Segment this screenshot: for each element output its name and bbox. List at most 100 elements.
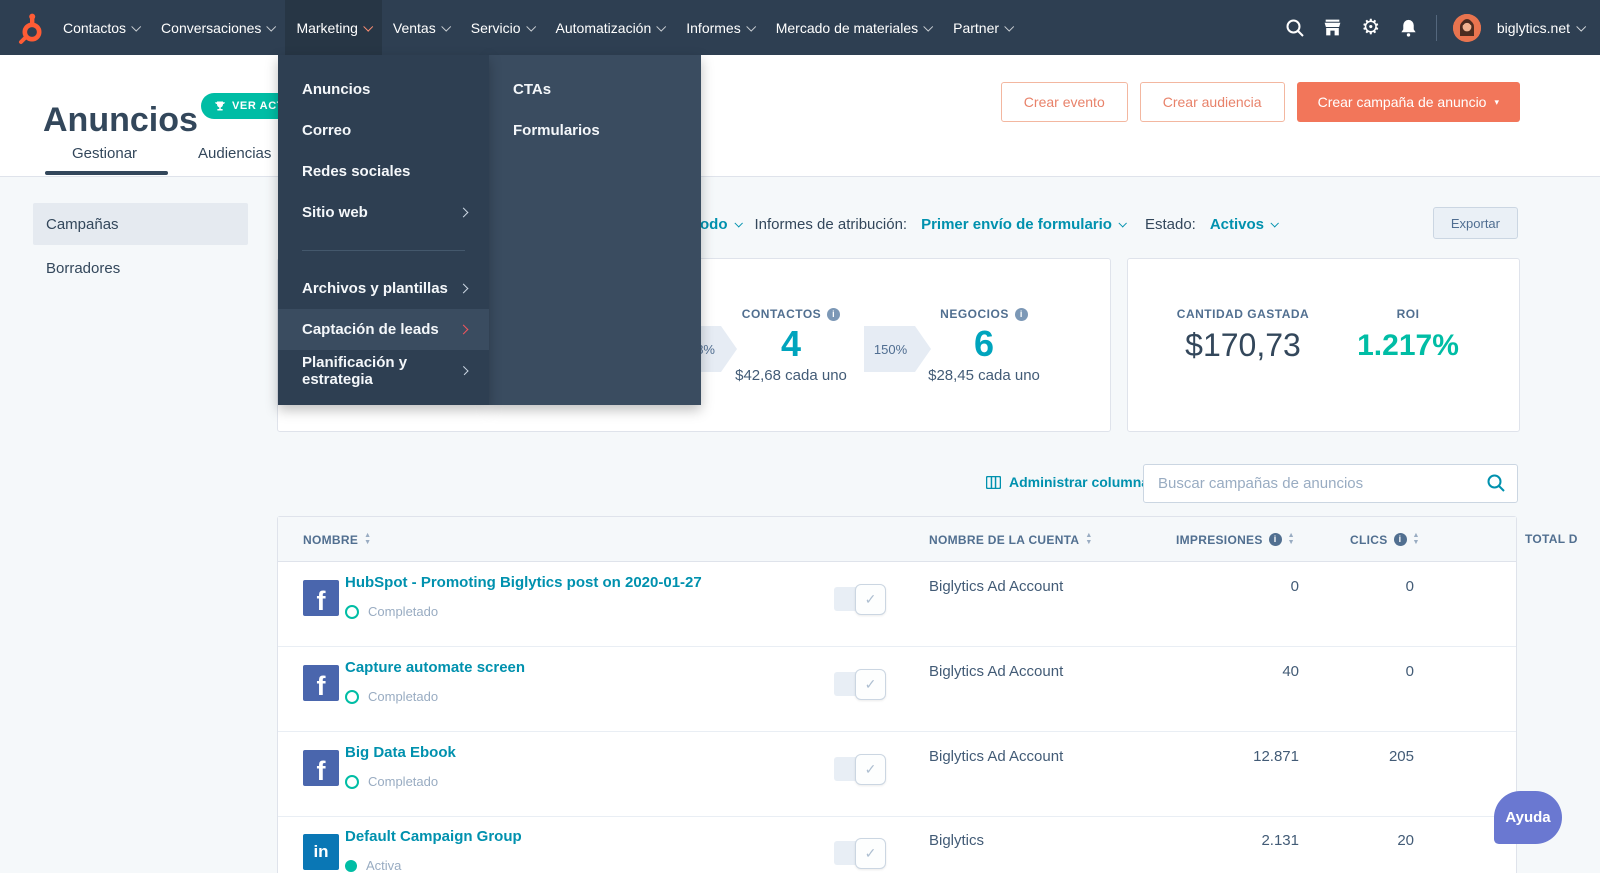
column-label: CLICS — [1350, 533, 1388, 547]
caret-down-icon: ▾ — [1494, 98, 1499, 107]
menu-label: Sitio web — [302, 204, 368, 221]
menu-item-archivos-y-plantillas[interactable]: Archivos y plantillas — [278, 268, 489, 309]
campaign-toggle[interactable]: ✓ — [834, 754, 886, 784]
main-menu: Contactos Conversaciones Marketing Venta… — [52, 0, 1023, 55]
create-event-button[interactable]: Crear evento — [1001, 82, 1128, 122]
menu-item-captacion-de-leads[interactable]: Captación de leads — [278, 309, 489, 350]
sort-icon[interactable]: ▲▼ — [1288, 533, 1295, 546]
account-menu[interactable]: biglytics.net — [1497, 20, 1584, 36]
nav-automatizacion[interactable]: Automatización — [545, 0, 676, 55]
toggle-knob: ✓ — [855, 584, 886, 615]
search-icon[interactable] — [1486, 473, 1506, 498]
campaign-link[interactable]: Big Data Ebook — [345, 744, 456, 761]
column-header-cuenta[interactable]: NOMBRE DE LA CUENTA▲▼ — [929, 517, 1093, 562]
campaign-link[interactable]: Default Campaign Group — [345, 828, 522, 845]
contacts-stat: CONTACTOSi 4 $42,68 cada uno — [706, 307, 876, 384]
menu-item-planificacion-y-estrategia[interactable]: Planificación y estrategia — [278, 350, 489, 391]
column-header-nombre[interactable]: NOMBRE ▲▼ — [303, 517, 371, 562]
attribution-dropdown[interactable]: Primer envío de formulario — [921, 216, 1125, 233]
nav-label: Conversaciones — [161, 20, 261, 36]
check-icon: ✓ — [865, 591, 877, 608]
menu-item-anuncios[interactable]: Anuncios — [278, 69, 489, 110]
nav-partner[interactable]: Partner — [942, 0, 1023, 55]
manage-columns-button[interactable]: Administrar columnas — [986, 474, 1157, 490]
deals-cost-each: $28,45 cada uno — [899, 367, 1069, 384]
deals-stat: NEGOCIOSi 6 $28,45 cada uno — [899, 307, 1069, 384]
info-icon[interactable]: i — [1269, 533, 1282, 546]
facebook-icon: f — [303, 580, 339, 616]
campaign-toggle[interactable]: ✓ — [834, 669, 886, 699]
filter-value: odo — [700, 216, 728, 233]
sort-icon[interactable]: ▲▼ — [1085, 533, 1092, 546]
account-name: Biglytics Ad Account — [929, 748, 1063, 765]
hubspot-logo-icon[interactable] — [12, 11, 46, 45]
nav-mercado-de-materiales[interactable]: Mercado de materiales — [765, 0, 942, 55]
info-icon[interactable]: i — [827, 308, 840, 321]
chevron-right-icon — [459, 325, 469, 335]
status-ring-icon — [345, 690, 359, 704]
info-icon[interactable]: i — [1394, 533, 1407, 546]
create-audience-button[interactable]: Crear audiencia — [1140, 82, 1285, 122]
nav-marketing[interactable]: Marketing — [285, 0, 381, 55]
sidebar-item-campanas[interactable]: Campañas — [33, 203, 248, 245]
campaign-toggle[interactable]: ✓ — [834, 838, 886, 868]
menu-label: Anuncios — [302, 81, 370, 98]
menu-label: Formularios — [513, 122, 600, 139]
ads-page: Contactos Conversaciones Marketing Venta… — [0, 0, 1600, 873]
check-icon: ✓ — [865, 676, 877, 693]
nav-ventas[interactable]: Ventas — [382, 0, 460, 55]
search-input[interactable] — [1143, 464, 1518, 503]
table-header: NOMBRE▲▼ NOMBRE DE LA CUENTA▲▼ IMPRESION… — [278, 517, 1516, 562]
stat-label: CANTIDAD GASTADA — [1177, 307, 1309, 321]
columns-icon — [986, 476, 1001, 489]
sort-icon[interactable]: ▲▼ — [1413, 533, 1420, 546]
submenu-item-formularios[interactable]: Formularios — [489, 110, 701, 151]
chevron-down-icon — [734, 219, 742, 227]
nav-conversaciones[interactable]: Conversaciones — [150, 0, 285, 55]
column-header-impresiones[interactable]: IMPRESIONESi▲▼ — [1176, 517, 1295, 562]
account-name: biglytics.net — [1497, 20, 1570, 36]
nav-informes[interactable]: Informes — [675, 0, 764, 55]
status-dot-icon — [345, 860, 357, 872]
column-header-clics[interactable]: CLICS i ▲▼ — [1350, 517, 1420, 562]
tab-audiencias[interactable]: Audiencias — [198, 145, 271, 162]
export-button[interactable]: Exportar — [1433, 207, 1518, 239]
nav-servicio[interactable]: Servicio — [460, 0, 545, 55]
manage-columns-label: Administrar columnas — [1009, 474, 1157, 490]
check-icon: ✓ — [865, 761, 877, 778]
tab-gestionar[interactable]: Gestionar — [72, 145, 137, 162]
menu-item-sitio-web[interactable]: Sitio web — [278, 192, 489, 233]
info-icon[interactable]: i — [1015, 308, 1028, 321]
campaign-link[interactable]: HubSpot - Promoting Biglytics post on 20… — [345, 574, 702, 591]
chevron-down-icon — [526, 22, 536, 32]
campaign-status: Completado — [345, 689, 438, 704]
menu-item-redes-sociales[interactable]: Redes sociales — [278, 151, 489, 192]
settings-icon[interactable]: ⚙ — [1360, 17, 1382, 39]
menu-item-correo[interactable]: Correo — [278, 110, 489, 151]
table-row: f Capture automate screen Completado ✓ B… — [278, 647, 1516, 732]
marketplace-icon[interactable] — [1322, 17, 1344, 39]
create-ad-campaign-button[interactable]: Crear campaña de anuncio▾ — [1297, 82, 1520, 122]
campaign-toggle[interactable]: ✓ — [834, 584, 886, 614]
status-dropdown[interactable]: Activos — [1210, 216, 1277, 233]
sort-icon[interactable]: ▲▼ — [364, 533, 371, 546]
nav-label: Mercado de materiales — [776, 20, 918, 36]
help-button[interactable]: Ayuda — [1494, 791, 1562, 844]
chevron-down-icon — [923, 22, 933, 32]
divider — [1436, 15, 1437, 41]
avatar[interactable] — [1453, 14, 1481, 42]
sidebar-item-borradores[interactable]: Borradores — [33, 247, 248, 289]
search-icon[interactable] — [1284, 17, 1306, 39]
clicks-value: 205 — [1333, 748, 1414, 765]
column-label: NOMBRE — [303, 533, 358, 547]
nav-label: Servicio — [471, 20, 521, 36]
notifications-icon[interactable] — [1398, 17, 1420, 39]
nav-contactos[interactable]: Contactos — [52, 0, 150, 55]
filter-value: Primer envío de formulario — [921, 216, 1112, 233]
column-header-total[interactable]: TOTAL D — [1525, 516, 1578, 561]
attribution-label: Informes de atribución: — [755, 216, 908, 233]
submenu-item-ctas[interactable]: CTAs — [489, 69, 701, 110]
campaign-link[interactable]: Capture automate screen — [345, 659, 525, 676]
type-filter-dropdown[interactable]: odo — [700, 216, 741, 233]
table-row: in Default Campaign Group Activa ✓ Bigly… — [278, 816, 1516, 873]
